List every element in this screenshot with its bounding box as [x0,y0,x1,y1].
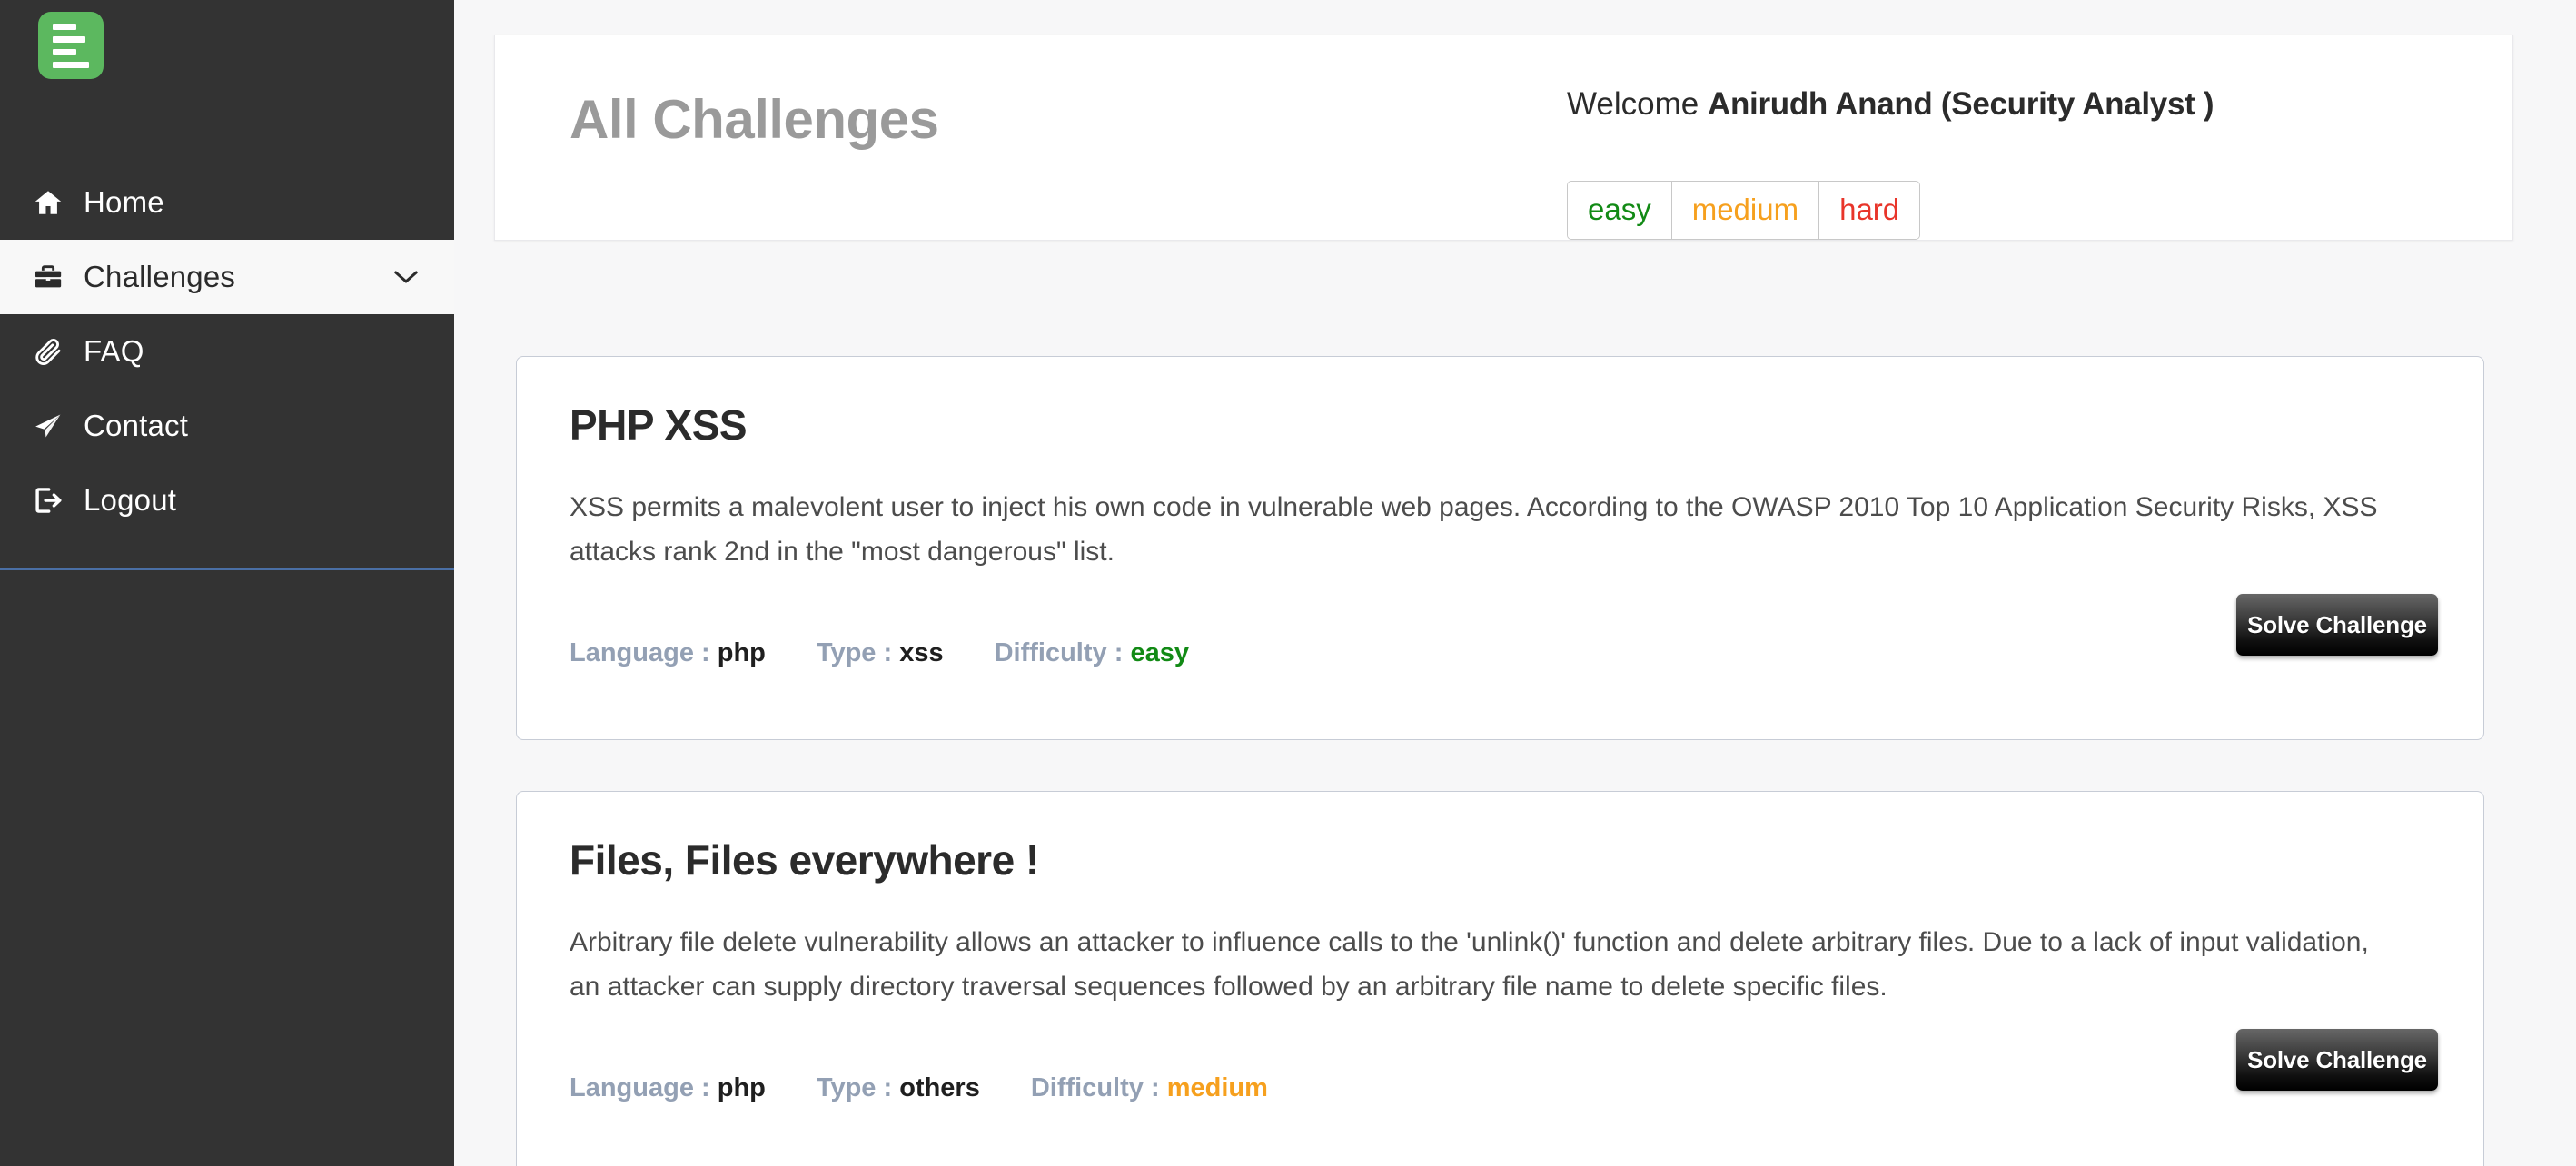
welcome-username: Anirudh Anand (Security Analyst ) [1707,86,2214,122]
type-value: others [899,1072,980,1102]
sidebar-item-faq[interactable]: FAQ [0,314,454,389]
challenge-language: Language : php [570,1073,766,1103]
difficulty-filter-group: easy medium hard [1567,181,1921,240]
chevron-down-icon[interactable] [392,268,420,286]
challenge-difficulty: Difficulty : medium [1031,1073,1268,1103]
difficulty-filter-easy[interactable]: easy [1568,182,1672,239]
challenge-difficulty: Difficulty : easy [995,638,1189,668]
sidebar-item-label: Logout [84,483,177,517]
sidebar-brand [0,0,454,91]
difficulty-value: medium [1166,1072,1268,1102]
type-value: xss [899,637,944,667]
paper-plane-icon [20,410,76,441]
language-label: Language : [570,1072,710,1102]
challenge-card: Files, Files everywhere ! Arbitrary file… [516,791,2484,1166]
sidebar-nav: Home Challenges FAQ Contact Logout [0,165,454,538]
challenge-description: Arbitrary file delete vulnerability allo… [570,927,2369,1002]
type-label: Type : [816,637,893,667]
logout-icon [20,485,76,516]
paperclip-icon [20,336,76,367]
welcome-message: Welcome Anirudh Anand (Security Analyst … [1567,86,2214,123]
challenge-meta-row: Language : php Type : others Difficulty … [570,1029,2438,1127]
home-icon [20,187,76,218]
type-label: Type : [816,1072,893,1102]
sidebar-item-logout[interactable]: Logout [0,463,454,538]
difficulty-filter-medium[interactable]: medium [1671,182,1820,239]
difficulty-label: Difficulty : [994,637,1124,667]
sidebar-item-label: Home [84,185,164,219]
sidebar-item-label: Challenges [84,260,236,293]
language-value: php [717,637,766,667]
challenge-title: PHP XSS [570,401,748,449]
page-header-card: All Challenges Welcome Anirudh Anand (Se… [494,35,2513,241]
solve-challenge-button[interactable]: Solve Challenge [2236,594,2438,657]
page-title: All Challenges [570,89,939,150]
welcome-prefix: Welcome [1567,86,1708,122]
challenge-meta-row: Language : php Type : xss Difficulty : e… [570,594,2438,692]
challenge-description: XSS permits a malevolent user to inject … [570,492,2378,567]
challenge-language: Language : php [570,638,766,668]
challenge-card: PHP XSS XSS permits a malevolent user to… [516,356,2484,741]
sidebar-item-label: FAQ [84,334,144,368]
challenge-type: Type : xss [817,638,944,668]
hamburger-logo-icon[interactable] [38,12,104,79]
challenge-list: PHP XSS XSS permits a malevolent user to… [454,356,2576,1166]
language-value: php [717,1072,766,1102]
main-content: All Challenges Welcome Anirudh Anand (Se… [454,0,2576,1166]
challenge-title: Files, Files everywhere ! [570,836,1039,884]
briefcase-icon [20,262,76,292]
sidebar-divider [0,568,454,570]
sidebar: Home Challenges FAQ Contact Logout [0,0,454,1166]
sidebar-item-contact[interactable]: Contact [0,389,454,463]
difficulty-value: easy [1130,637,1189,667]
difficulty-label: Difficulty : [1030,1072,1160,1102]
sidebar-item-label: Contact [84,409,189,442]
sidebar-item-challenges[interactable]: Challenges [0,240,454,314]
challenge-type: Type : others [817,1073,980,1103]
solve-challenge-button[interactable]: Solve Challenge [2236,1029,2438,1092]
sidebar-item-home[interactable]: Home [0,165,454,240]
language-label: Language : [570,637,710,667]
app-root: Home Challenges FAQ Contact Logout All C… [0,0,2576,1166]
difficulty-filter-hard[interactable]: hard [1819,182,1920,239]
